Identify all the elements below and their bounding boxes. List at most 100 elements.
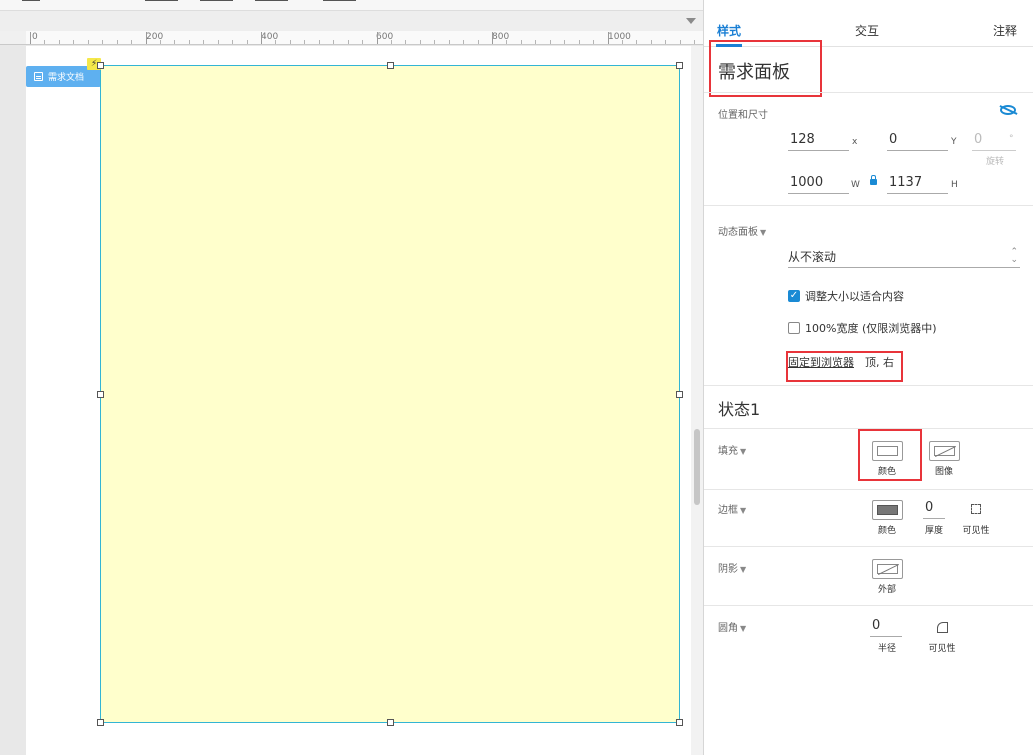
corner-visibility-label: 可见性 [928, 644, 956, 654]
fill-color-button[interactable] [872, 441, 903, 461]
resize-handle[interactable] [676, 62, 683, 69]
ruler-tick [347, 40, 349, 44]
ruler-tick [419, 40, 421, 44]
ruler-tick [203, 40, 205, 44]
lock-icon[interactable] [870, 175, 877, 185]
ruler-tick [650, 40, 652, 44]
scroll-select[interactable]: 从不滚动 ⌃ ⌄ [788, 248, 1020, 268]
tab-style[interactable]: 样式 [717, 22, 741, 39]
ruler-tick [390, 40, 392, 44]
border-section-label[interactable]: 边框 ▼ [718, 501, 746, 516]
shadow-section-label[interactable]: 阴影 ▼ [718, 560, 746, 575]
widget-name-field[interactable]: 需求面板 [718, 58, 790, 84]
ruler-corner [0, 31, 26, 45]
ruler-tick [564, 40, 566, 44]
ruler-tick [174, 40, 176, 44]
fill-label: 填充 [718, 446, 738, 457]
divider [704, 605, 1033, 606]
fit-content-option[interactable]: ✓ 调整大小以适合内容 [788, 288, 904, 304]
dynamic-panel-section-label[interactable]: 动态面板 ▼ [718, 223, 766, 238]
ruler-tick [506, 40, 508, 44]
ruler-tick [188, 40, 190, 44]
ruler-tick [44, 40, 46, 44]
canvas-dropdown-icon[interactable] [686, 18, 696, 24]
ruler-tick [607, 32, 609, 44]
border-color-button[interactable] [872, 500, 903, 520]
outer-shadow-button[interactable] [872, 559, 903, 579]
ruler-tick [116, 40, 118, 44]
ruler-tick [434, 40, 436, 44]
ruler-tick [448, 40, 450, 44]
ruler-tick [549, 40, 551, 44]
fill-section-label[interactable]: 填充 ▼ [718, 442, 746, 457]
fill-color-label: 颜色 [877, 467, 896, 477]
ruler-tick [477, 40, 479, 44]
resize-handle[interactable] [676, 719, 683, 726]
dynamic-panel-label: 动态面板 [718, 227, 758, 238]
pin-to-browser-link[interactable]: 固定到浏览器 [788, 354, 854, 370]
fill-image-button[interactable] [929, 441, 960, 461]
ruler-tick [405, 40, 407, 44]
height-input[interactable]: 1137 [887, 174, 948, 194]
ruler-tick [289, 40, 291, 44]
shadow-label: 阴影 [718, 564, 738, 575]
ruler-tick [318, 40, 320, 44]
full-width-label: 100%宽度 (仅限浏览器中) [805, 322, 937, 335]
caret-down-icon: ▼ [740, 565, 747, 574]
border-thickness-input[interactable]: 0 [923, 499, 945, 519]
top-toolbar-strip [0, 0, 703, 11]
width-input[interactable]: 1000 [788, 174, 849, 194]
document-icon [34, 72, 43, 81]
ruler-tick [145, 32, 147, 44]
ruler-tick [679, 40, 681, 44]
scroll-select-value: 从不滚动 [788, 250, 837, 264]
resize-handle[interactable] [676, 391, 683, 398]
caret-down-icon: ▼ [760, 228, 767, 237]
resize-handle[interactable] [97, 62, 104, 69]
scrollbar-thumb[interactable] [694, 429, 700, 505]
canvas-area[interactable]: 0 200 400 600 800 1000 需求文档 ⚡ [0, 11, 703, 755]
resize-handle[interactable] [97, 391, 104, 398]
ruler-tick [694, 40, 696, 44]
corner-radius-input[interactable]: 0 [870, 617, 902, 637]
tab-interaction[interactable]: 交互 [855, 22, 879, 39]
ruler-tick [362, 40, 364, 44]
canvas-top-band [0, 11, 703, 31]
resize-handle[interactable] [97, 719, 104, 726]
resize-handle[interactable] [387, 719, 394, 726]
resize-handle[interactable] [387, 62, 394, 69]
vertical-scrollbar[interactable] [691, 46, 703, 755]
ruler-tick [333, 40, 335, 44]
no-shadow-icon [877, 564, 898, 574]
eye-slash-icon[interactable] [1000, 105, 1016, 115]
fill-image-label: 图像 [934, 467, 953, 477]
doc-tag-label: 需求文档 [48, 73, 85, 83]
ruler-tick [87, 40, 89, 44]
rotation-unit-label: ° [1009, 134, 1014, 144]
ruler-label: 0 [32, 32, 38, 42]
inspector-panel: 样式 交互 注释 需求面板 位置和尺寸 128 x 0 Y 0 ° 旋转 100… [703, 0, 1033, 755]
full-width-option[interactable]: 100%宽度 (仅限浏览器中) [788, 320, 937, 336]
app-window: 0 200 400 600 800 1000 需求文档 ⚡ 样式 交互 注释 需… [0, 0, 1033, 755]
height-unit-label: H [951, 180, 958, 190]
caret-down-icon: ▼ [740, 447, 747, 456]
ruler-tick [520, 40, 522, 44]
full-width-checkbox[interactable] [788, 322, 800, 334]
position-size-label: 位置和尺寸 [718, 110, 768, 121]
ruler-tick [246, 40, 248, 44]
corner-visibility-icon[interactable] [937, 622, 948, 633]
outer-shadow-label: 外部 [877, 585, 896, 595]
corner-radius-label: 半径 [877, 644, 896, 654]
ruler-tick [30, 32, 31, 44]
dynamic-panel-widget[interactable] [100, 65, 680, 723]
rotation-label: 旋转 [986, 157, 1005, 167]
x-input[interactable]: 128 [788, 131, 849, 151]
corner-section-label[interactable]: 圆角 ▼ [718, 619, 746, 634]
border-visibility-icon[interactable] [971, 504, 981, 514]
width-unit-label: W [851, 180, 860, 190]
divider [704, 489, 1033, 490]
fit-content-checkbox[interactable]: ✓ [788, 290, 800, 302]
tab-notes[interactable]: 注释 [993, 22, 1017, 39]
corner-label: 圆角 [718, 623, 738, 634]
y-input[interactable]: 0 [887, 131, 948, 151]
